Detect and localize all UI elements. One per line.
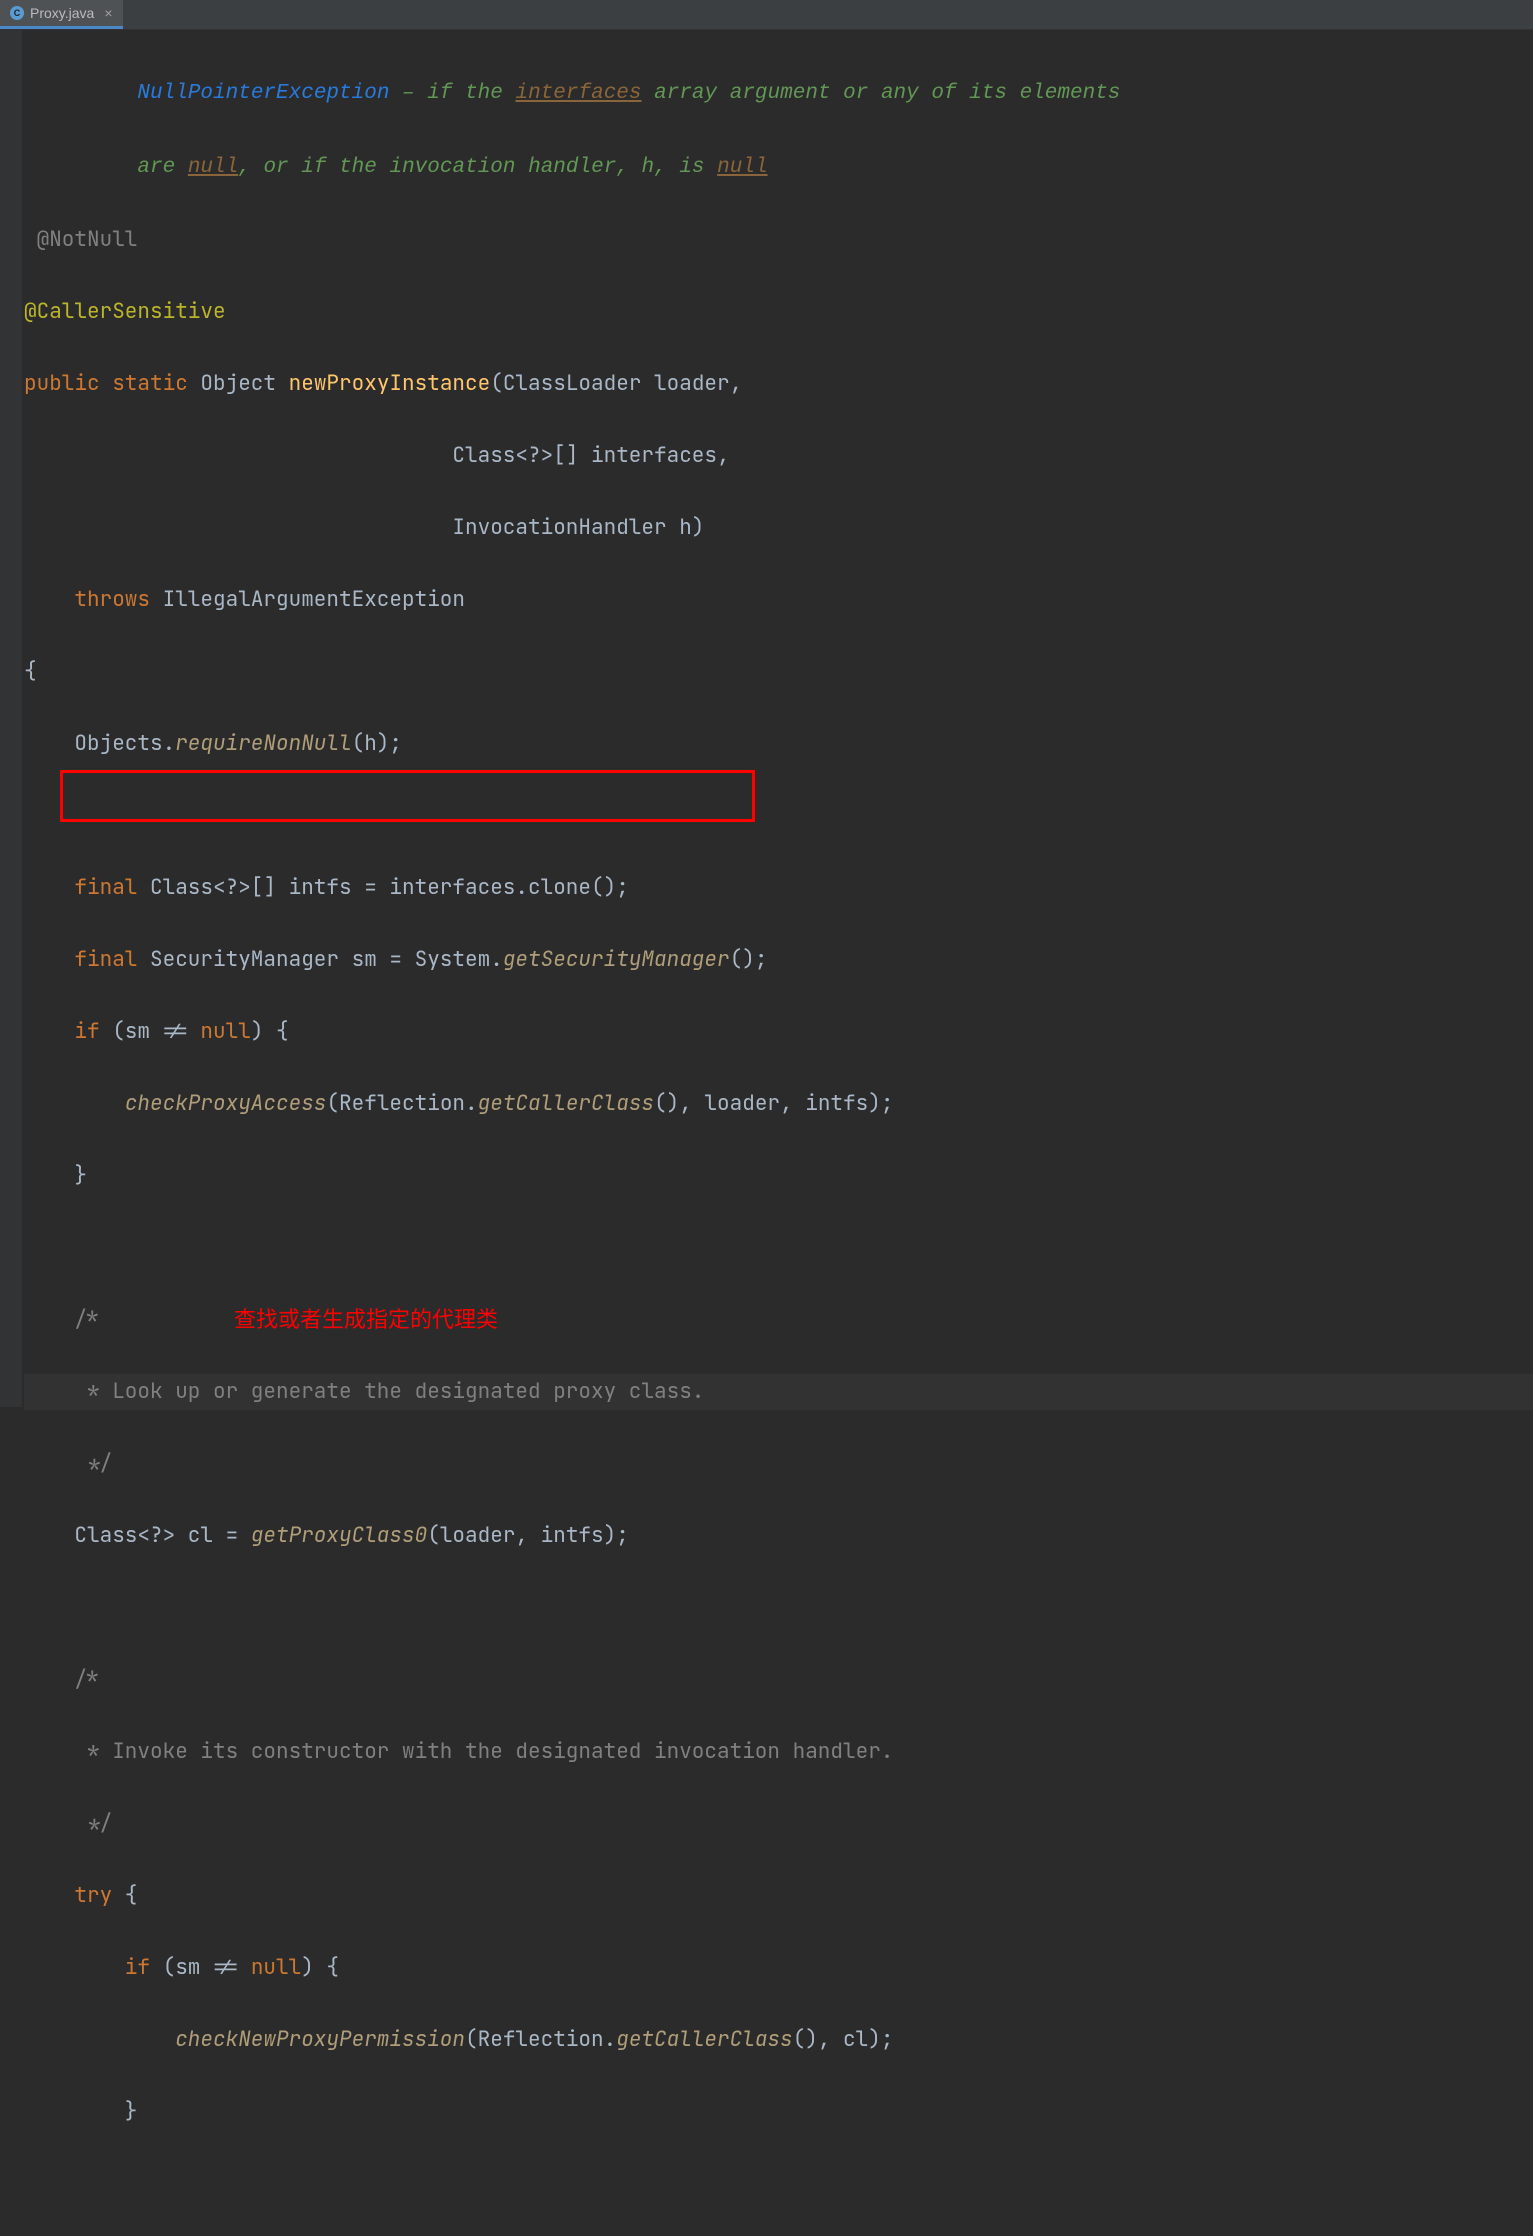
brace: { [112,1882,137,1909]
code-line: */ [24,1806,1533,1842]
tab-filename: Proxy.java [30,5,94,21]
annotation-callersensitive: @CallerSensitive [24,298,226,325]
code: ) { [301,1954,339,1981]
brace: } [24,1162,87,1189]
type: IllegalArgumentException [150,586,465,613]
code [24,1090,125,1117]
keyword: static [100,370,188,397]
code-line: @NotNull [24,222,1533,258]
comment: /* [24,1306,100,1333]
method-call: checkProxyAccess [125,1090,327,1117]
code-line: checkProxyAccess(Reflection.getCallerCla… [24,1086,1533,1122]
highlight-box [60,770,755,822]
javadoc-text: , or if the invocation handler, h, is [238,156,717,179]
params: Class<?>[] interfaces, [24,442,730,469]
code-line: } [24,2094,1533,2130]
javadoc-text: – if the [389,82,515,105]
code-line: public static Object newProxyInstance(Cl… [24,366,1533,402]
code-line: * Invoke its constructor with the design… [24,1734,1533,1770]
blank-line [24,1230,1533,1266]
keyword: try [24,1882,112,1909]
keyword: public [24,370,100,397]
annotation-notnull: @NotNull [24,226,137,253]
code-line: final SecurityManager sm = System.getSec… [24,942,1533,978]
code: (), cl); [793,2026,894,2053]
method-name: newProxyInstance [289,370,491,397]
code: Objects. [24,730,175,757]
code-line: Objects.requireNonNull(h); [24,726,1533,762]
comment: * Invoke its constructor with the design… [24,1738,893,1765]
code-line: try { [24,1878,1533,1914]
close-icon[interactable]: × [104,5,112,21]
code-line: are null, or if the invocation handler, … [24,148,1533,186]
code-line: } [24,1158,1533,1194]
javadoc-text: are [137,156,187,179]
code-editor[interactable]: NullPointerException – if the interfaces… [0,30,1533,2236]
code: (Reflection. [465,2026,616,2053]
keyword: if [24,1018,100,1045]
class-icon: C [10,6,24,20]
code: (h); [352,730,402,757]
code-line: Class<?> cl = getProxyClass0(loader, int… [24,1518,1533,1554]
comment: */ [24,1810,112,1837]
code: Class<?> cl = [24,1522,251,1549]
params: (ClassLoader loader, [490,370,742,397]
keyword: throws [24,586,150,613]
code: (), loader, intfs); [654,1090,893,1117]
method-call: getSecurityManager [503,946,730,973]
tab-bar: C Proxy.java × [0,0,1533,30]
comment: * Look up or generate the designated pro… [24,1378,704,1405]
brace: { [24,658,37,685]
blank-line [24,1590,1533,1626]
keyword: null [251,1954,301,1981]
code-line-highlighted: * Look up or generate the designated pro… [24,1374,1533,1410]
method-call: requireNonNull [175,730,351,757]
code-line: { [24,654,1533,690]
annotation-overlay: 查找或者生成指定的代理类 [234,1302,498,1338]
code-line: /* 查找或者生成指定的代理类 [24,1302,1533,1338]
code-line: Class<?>[] interfaces, [24,438,1533,474]
code-line: if (sm != null) { [24,1950,1533,1986]
comment: /* [24,1666,100,1693]
keyword: null [200,1018,250,1045]
comment: */ [24,1450,112,1477]
code: ) { [251,1018,289,1045]
params: InvocationHandler h) [24,514,704,541]
code-line: NullPointerException – if the interfaces… [24,74,1533,112]
code: (sm != [100,1018,201,1045]
javadoc-param: null [188,156,238,179]
type: Object [188,370,289,397]
code: (loader, intfs); [427,1522,629,1549]
code-line: @CallerSensitive [24,294,1533,330]
keyword: final [24,946,137,973]
brace: } [24,2098,137,2125]
code: (); [730,946,768,973]
code: (Reflection. [326,1090,477,1117]
javadoc-param: null [717,156,767,179]
code-line: throws IllegalArgumentException [24,582,1533,618]
code-line: */ [24,1446,1533,1482]
code [24,2026,175,2053]
code-line: final Class<?>[] intfs = interfaces.clon… [24,870,1533,906]
keyword: final [24,874,137,901]
javadoc-param: interfaces [515,82,641,105]
javadoc-link: NullPointerException [137,82,389,105]
method-call: getCallerClass [478,1090,654,1117]
code: (sm != [150,1954,251,1981]
javadoc-text: array argument or any of its elements [642,82,1121,105]
keyword: if [24,1954,150,1981]
code: Class<?>[] intfs = interfaces.clone(); [137,874,628,901]
code-line: /* [24,1662,1533,1698]
method-call: getCallerClass [616,2026,792,2053]
code-line: InvocationHandler h) [24,510,1533,546]
file-tab-proxy-java[interactable]: C Proxy.java × [0,0,123,29]
method-call: getProxyClass0 [251,1522,427,1549]
code-line: checkNewProxyPermission(Reflection.getCa… [24,2022,1533,2058]
code-line: if (sm != null) { [24,1014,1533,1050]
code: SecurityManager sm = System. [137,946,502,973]
method-call: checkNewProxyPermission [175,2026,465,2053]
